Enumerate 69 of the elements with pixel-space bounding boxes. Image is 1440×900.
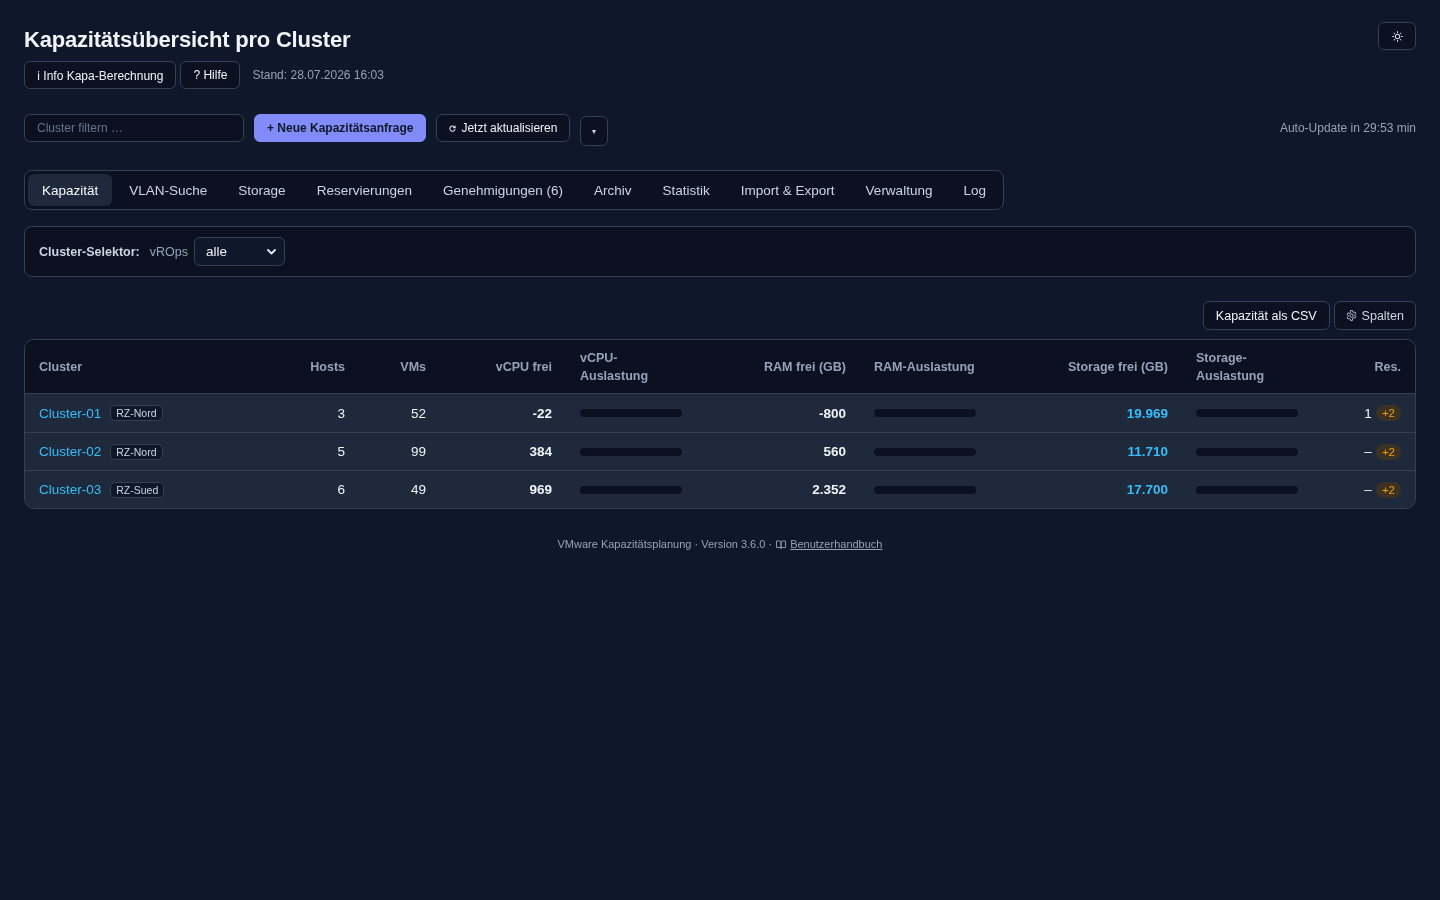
csv-export-button[interactable]: Kapazität als CSV bbox=[1202, 301, 1330, 330]
column-header: RAM frei (GB) bbox=[764, 359, 846, 374]
storage-value: 19.969 bbox=[1126, 405, 1168, 421]
pending-badge: +2 bbox=[1375, 405, 1401, 421]
table-cell: 2.352 bbox=[812, 482, 846, 497]
tab[interactable]: Statistik bbox=[648, 174, 724, 206]
table-cell: 99 bbox=[410, 444, 426, 459]
column-header: VMs bbox=[400, 359, 426, 374]
column-header: vCPU frei bbox=[495, 359, 552, 374]
tab[interactable]: Verwaltung bbox=[851, 174, 947, 206]
column-header: Storage frei (GB) bbox=[1068, 359, 1168, 374]
page-title: Kapazitätsübersicht pro Cluster bbox=[24, 26, 351, 54]
site-badge: RZ-Sued bbox=[110, 481, 165, 498]
tab[interactable]: Archiv bbox=[580, 174, 646, 206]
help-button[interactable]: ? Hilfe bbox=[180, 61, 241, 89]
filter-field[interactable]: Cluster filtern … bbox=[24, 114, 244, 142]
new-request-button[interactable]: + Neue Kapazitätsanfrage bbox=[254, 114, 427, 142]
table-cell: -22 bbox=[532, 405, 552, 421]
column-header: Res. bbox=[1374, 359, 1401, 374]
tab[interactable]: Import & Export bbox=[726, 174, 849, 206]
storage-value: 11.710 bbox=[1127, 444, 1168, 459]
refresh-button[interactable]: Jetzt aktualisieren bbox=[436, 114, 571, 142]
manual-link[interactable]: Benutzerhandbuch bbox=[790, 538, 883, 550]
theme-toggle-button[interactable] bbox=[1378, 22, 1416, 50]
column-header: Storage-Auslastung bbox=[1196, 349, 1266, 385]
pending-badge: +2 bbox=[1375, 443, 1401, 460]
tab[interactable]: Genehmigungen (6) bbox=[428, 174, 578, 206]
chevron-down-icon bbox=[266, 248, 276, 255]
cluster-select[interactable]: alle bbox=[193, 237, 285, 266]
column-header: vCPU-Auslastung bbox=[580, 349, 650, 385]
table-cell: -800 bbox=[818, 405, 846, 421]
table-cell: 6 bbox=[337, 482, 345, 497]
reservation-count: 1 bbox=[1364, 405, 1372, 421]
tab[interactable]: Log bbox=[949, 174, 1000, 206]
sun-icon bbox=[1391, 30, 1403, 42]
cluster-link[interactable]: Cluster-01 bbox=[39, 405, 102, 421]
refresh-icon bbox=[449, 124, 457, 132]
column-header: RAM-Auslastung bbox=[874, 358, 975, 376]
tab[interactable]: VLAN-Suche bbox=[115, 174, 222, 206]
timestamp: Stand: 28.07.2026 16:03 bbox=[252, 68, 384, 82]
table-cell: 52 bbox=[410, 405, 426, 421]
tab[interactable]: Storage bbox=[224, 174, 300, 206]
tab[interactable]: Reservierungen bbox=[302, 174, 426, 206]
cluster-link[interactable]: Cluster-03 bbox=[39, 482, 102, 497]
storage-value: 17.700 bbox=[1126, 482, 1168, 497]
table-cell: 969 bbox=[529, 482, 552, 497]
table-cell: 5 bbox=[337, 444, 345, 459]
book-icon bbox=[776, 539, 787, 549]
table-cell: 560 bbox=[823, 444, 846, 459]
cluster-link[interactable]: Cluster-02 bbox=[39, 444, 102, 459]
dropdown-button[interactable]: ▾ bbox=[580, 116, 609, 146]
pending-badge: +2 bbox=[1375, 481, 1401, 498]
site-badge: RZ-Nord bbox=[110, 443, 163, 460]
settings-icon bbox=[1345, 310, 1357, 321]
columns-button[interactable]: Spalten bbox=[1333, 301, 1416, 330]
table-cell: 49 bbox=[410, 482, 426, 497]
table-cell: 384 bbox=[529, 444, 552, 459]
site-badge: RZ-Nord bbox=[110, 405, 163, 421]
tab[interactable]: Kapazität bbox=[28, 174, 113, 206]
reservation-count: – bbox=[1364, 444, 1372, 459]
info-button[interactable]: ℹ Info Kapa-Berechnung bbox=[24, 61, 177, 89]
table-cell: 3 bbox=[337, 405, 345, 421]
selector-label: Cluster-Selektor: bbox=[39, 244, 140, 259]
column-header: Cluster bbox=[39, 359, 83, 374]
source-label: vROps bbox=[149, 244, 188, 259]
footer-text: VMware Kapazitätsplanung · Version 3.6.0 · bbox=[557, 538, 773, 550]
column-header: Hosts bbox=[310, 359, 345, 374]
auto-update-text: Auto-Update in 29:53 min bbox=[1279, 120, 1416, 137]
reservation-count: – bbox=[1364, 482, 1372, 497]
